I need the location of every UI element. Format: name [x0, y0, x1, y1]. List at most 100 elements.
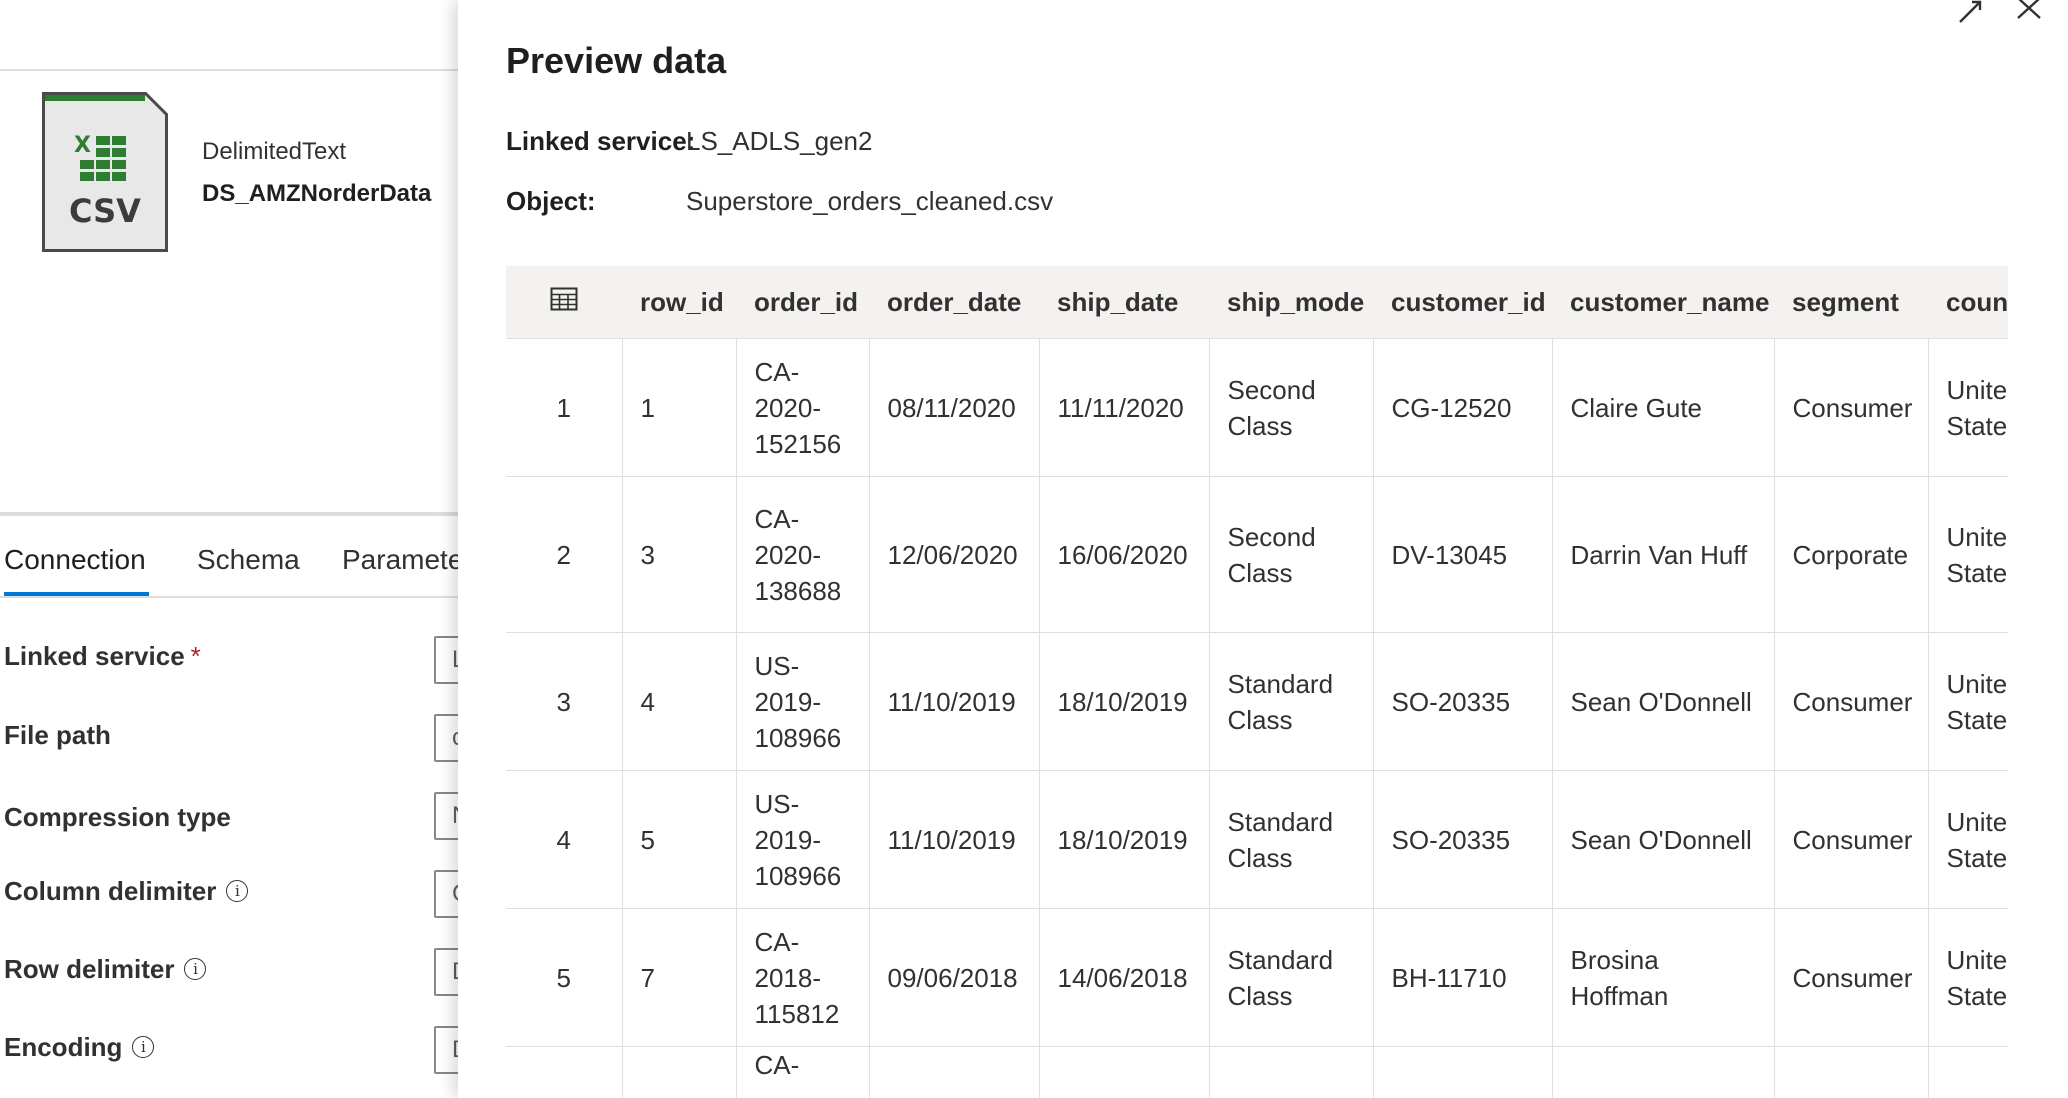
table-cell	[1208, 1046, 1374, 1098]
table-cell	[1773, 1046, 1929, 1098]
dataset-tabs: Connection Schema Paramete	[0, 538, 463, 598]
field-label-text: Linked service	[4, 641, 185, 671]
table-row: 4 5 US- 2019- 108966 11/10/2019 18/10/2019 St…	[506, 770, 2008, 909]
svg-text:X: X	[74, 133, 91, 158]
close-icon[interactable]	[2010, 0, 2046, 24]
svg-text:CSV: CSV	[69, 192, 141, 230]
table-cell: Consumer	[1773, 908, 1929, 1047]
field-label-text: Encoding	[4, 1032, 123, 1062]
table-row: 1 1 CA- 2020- 152156 08/11/2020 11/11/2020 Se…	[506, 338, 2008, 477]
table-cell: US- 2019- 108966	[735, 632, 870, 771]
table-cell: Consumer	[1773, 770, 1929, 909]
expand-icon[interactable]	[1954, 0, 1990, 24]
table-cell: Claire Gute	[1551, 338, 1775, 477]
grid-icon	[506, 266, 622, 339]
table-cell: Consumer	[1773, 338, 1929, 477]
panel-title: Preview data	[506, 40, 727, 81]
table-cell: Unite State	[1927, 908, 2008, 1047]
field-label-text: Row delimiter	[4, 954, 175, 984]
field-label-text: Column delimiter	[4, 876, 217, 906]
table-cell: 12/06/2020	[868, 476, 1040, 633]
table-row: CA-	[506, 1046, 2008, 1098]
info-icon[interactable]: i	[132, 1036, 155, 1058]
table-cell: 11/10/2019	[868, 632, 1040, 771]
table-cell: Second Class	[1208, 338, 1374, 477]
table-cell: Unite State	[1927, 338, 2008, 477]
table-cell: CA- 2020- 152156	[735, 338, 870, 477]
field-label: File path	[4, 720, 111, 751]
info-icon[interactable]: i	[184, 958, 207, 980]
row-index-cell: 1	[506, 338, 623, 477]
table-cell: Sean O'Donnell	[1551, 770, 1775, 909]
table-cell: Unite State	[1927, 770, 2008, 909]
preview-data-panel: Preview data Linked service: LS_ADLS_gen…	[458, 0, 2068, 1098]
preview-grid[interactable]: row_id order_id order_date ship_date ship_mo…	[506, 266, 2008, 1098]
column-header[interactable]: order_date	[869, 266, 1039, 339]
table-row: 5 7 CA- 2018- 115812 09/06/2018 14/06/2018 St…	[506, 908, 2008, 1047]
row-index-cell: 4	[506, 770, 623, 909]
table-cell: Corporate	[1773, 476, 1929, 633]
table-cell: SO-20335	[1372, 632, 1553, 771]
column-header[interactable]: ship_date	[1039, 266, 1209, 339]
table-cell: CA- 2018- 115812	[735, 908, 870, 1047]
row-index-cell: 5	[506, 908, 623, 1047]
table-cell: Standard Class	[1208, 770, 1374, 909]
header-divider	[0, 69, 460, 71]
preview-table: row_id order_id order_date ship_date ship_mo…	[506, 266, 2008, 1098]
column-header[interactable]: coun	[1928, 266, 2008, 339]
tab-schema[interactable]: Schema	[197, 544, 300, 576]
row-index-cell	[506, 1046, 623, 1098]
table-cell: Darrin Van Huff	[1551, 476, 1775, 633]
table-cell: Consumer	[1773, 632, 1929, 771]
required-marker: *	[190, 641, 201, 671]
field-label-text: Compression type	[4, 802, 231, 832]
table-cell: Standard Class	[1208, 908, 1374, 1047]
tab-connection[interactable]: Connection	[4, 544, 146, 576]
active-tab-indicator	[4, 592, 149, 596]
table-cell	[868, 1046, 1040, 1098]
column-header[interactable]: row_id	[622, 266, 736, 339]
dataset-name: DS_AMZNorderData	[202, 180, 432, 207]
table-cell: Second Class	[1208, 476, 1374, 633]
table-cell: BH-11710	[1372, 908, 1553, 1047]
object-value: Superstore_orders_cleaned.csv	[686, 186, 1054, 216]
table-cell: 18/10/2019	[1038, 770, 1210, 909]
linked-service-value: LS_ADLS_gen2	[686, 126, 873, 156]
column-header[interactable]: order_id	[736, 266, 869, 339]
row-index-cell: 2	[506, 476, 623, 633]
object-label: Object:	[506, 186, 596, 216]
table-cell	[1372, 1046, 1553, 1098]
column-header[interactable]: customer_id	[1373, 266, 1552, 339]
table-cell: Unite State	[1927, 632, 2008, 771]
info-icon[interactable]: i	[226, 880, 249, 902]
table-cell: DV-13045	[1372, 476, 1553, 633]
column-header[interactable]: ship_mode	[1209, 266, 1373, 339]
field-label: Encoding i	[4, 1032, 155, 1063]
table-cell: 09/06/2018	[868, 908, 1040, 1047]
column-header[interactable]: customer_name	[1552, 266, 1774, 339]
table-cell: CA-	[735, 1046, 870, 1098]
table-cell: 7	[621, 908, 737, 1047]
dataset-type: DelimitedText	[202, 138, 347, 165]
table-cell: 3	[621, 476, 737, 633]
table-cell: Unite State	[1927, 476, 2008, 633]
table-cell	[621, 1046, 737, 1098]
tab-parameters[interactable]: Paramete	[342, 544, 463, 576]
field-label: Column delimiter i	[4, 876, 249, 907]
column-header[interactable]: segment	[1774, 266, 1928, 339]
table-row: 3 4 US- 2019- 108966 11/10/2019 18/10/2019 St…	[506, 632, 2008, 771]
table-cell: 1	[621, 338, 737, 477]
field-label: Linked service *	[4, 641, 201, 672]
field-label-text: File path	[4, 720, 111, 750]
table-cell: 18/10/2019	[1038, 632, 1210, 771]
table-cell: US- 2019- 108966	[735, 770, 870, 909]
table-row: 2 3 CA- 2020- 138688 12/06/2020 16/06/2020 Se…	[506, 476, 2008, 633]
table-cell	[1551, 1046, 1775, 1098]
table-cell: 16/06/2020	[1038, 476, 1210, 633]
field-label: Row delimiter i	[4, 954, 207, 985]
table-cell: SO-20335	[1372, 770, 1553, 909]
table-cell: CG-12520	[1372, 338, 1553, 477]
section-divider	[0, 512, 460, 516]
table-cell: Brosina Hoffman	[1551, 908, 1775, 1047]
field-label: Compression type	[4, 802, 231, 833]
